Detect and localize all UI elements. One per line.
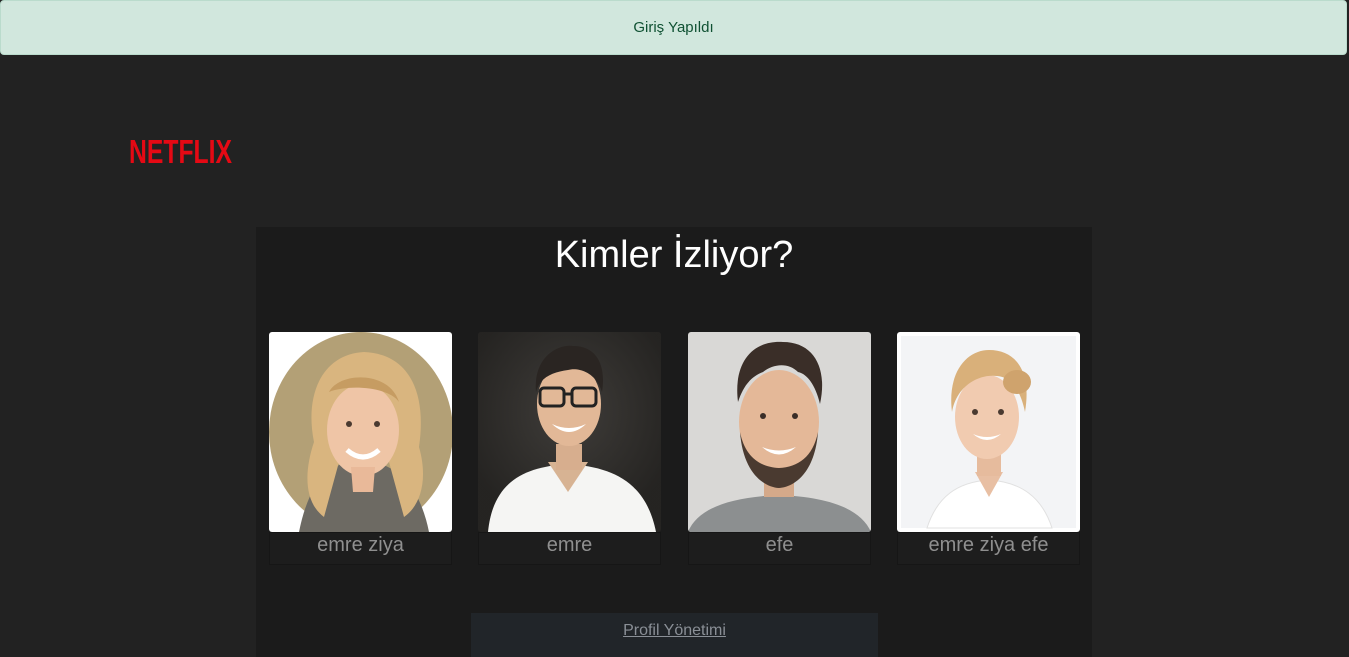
man-glasses-portrait-icon [478, 332, 661, 532]
profile-management-bar: Profil Yönetimi [471, 613, 878, 657]
login-success-alert: Giriş Yapıldı [0, 0, 1347, 55]
page-title: Kimler İzliyor? [554, 234, 794, 276]
profile-management-link[interactable]: Profil Yönetimi [623, 622, 726, 657]
profile-card-emre-ziya[interactable]: emre ziya [269, 332, 452, 566]
profile-name[interactable]: efe [688, 532, 871, 565]
profile-avatar[interactable] [688, 332, 871, 532]
profile-avatar[interactable] [897, 332, 1080, 532]
profile-avatar[interactable] [478, 332, 661, 532]
profile-card-efe[interactable]: efe [688, 332, 871, 566]
woman-blonde-portrait-icon [269, 332, 452, 532]
profile-avatar[interactable] [269, 332, 452, 532]
woman-white-shirt-portrait-icon [897, 332, 1080, 532]
profile-selection-panel: Kimler İzliyor? emre ziya emre efe emre … [256, 227, 1092, 657]
profile-name[interactable]: emre ziya [269, 532, 452, 565]
netflix-logo[interactable]: NETFLIX [129, 134, 233, 166]
man-beard-portrait-icon [688, 332, 871, 532]
profile-card-emre-ziya-efe[interactable]: emre ziya efe [897, 332, 1080, 566]
svg-text:NETFLIX: NETFLIX [129, 134, 232, 166]
profile-card-emre[interactable]: emre [478, 332, 661, 566]
alert-message: Giriş Yapıldı [633, 19, 714, 36]
profile-name[interactable]: emre ziya efe [897, 532, 1080, 565]
profile-name[interactable]: emre [478, 532, 661, 565]
